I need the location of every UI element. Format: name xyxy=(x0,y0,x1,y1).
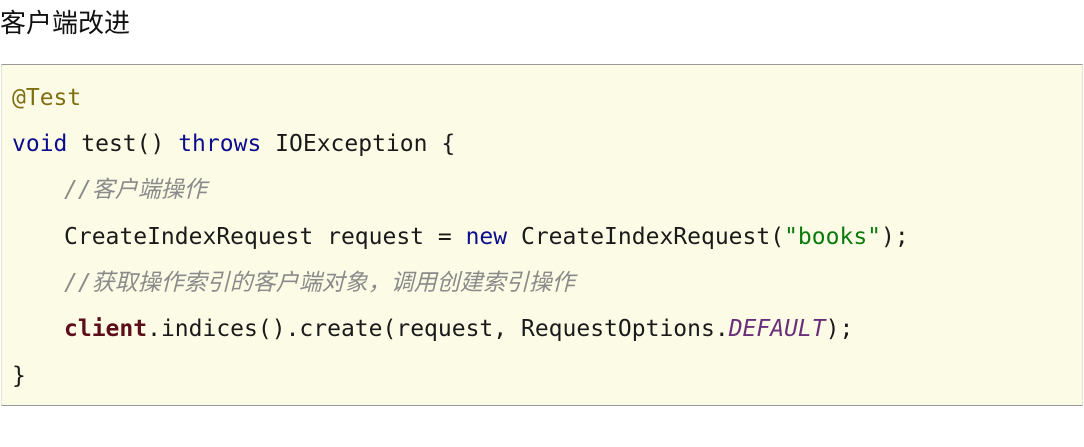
comment-text: //客户端操作 xyxy=(64,177,207,203)
comment-text: //获取操作索引的客户端对象，调用创建索引操作 xyxy=(64,270,575,296)
method-chain: .indices().create(request, RequestOption… xyxy=(147,316,729,342)
annotation-token: @Test xyxy=(12,85,82,111)
code-line-method-signature: void test() throws IOException { xyxy=(12,129,455,159)
page-title: 客户端改进 xyxy=(0,9,131,39)
code-block: @Test void test() throws IOException { /… xyxy=(1,64,1083,406)
code-line-client-call: client.indices().create(request, Request… xyxy=(12,314,853,344)
constructor-call: CreateIndexRequest( xyxy=(507,224,785,250)
statement-end: ); xyxy=(825,316,854,342)
string-literal: "books" xyxy=(784,224,882,250)
statement-end: ); xyxy=(881,224,909,250)
closing-brace: } xyxy=(12,363,26,389)
new-keyword: new xyxy=(465,224,508,250)
code-line-comment-1: //客户端操作 xyxy=(12,175,207,205)
default-constant: DEFAULT xyxy=(728,316,826,342)
client-field: client xyxy=(64,316,148,342)
code-line-closing-brace: } xyxy=(12,361,26,391)
method-name: test() xyxy=(81,131,165,157)
code-line-comment-2: //获取操作索引的客户端对象，调用创建索引操作 xyxy=(12,268,575,298)
code-line-annotation: @Test xyxy=(12,83,81,113)
exception-type: IOException { xyxy=(275,131,456,157)
request-declaration: CreateIndexRequest request = xyxy=(64,224,466,250)
throws-keyword: throws xyxy=(178,131,262,157)
code-line-create-request: CreateIndexRequest request = new CreateI… xyxy=(12,222,909,252)
void-keyword: void xyxy=(12,131,68,157)
